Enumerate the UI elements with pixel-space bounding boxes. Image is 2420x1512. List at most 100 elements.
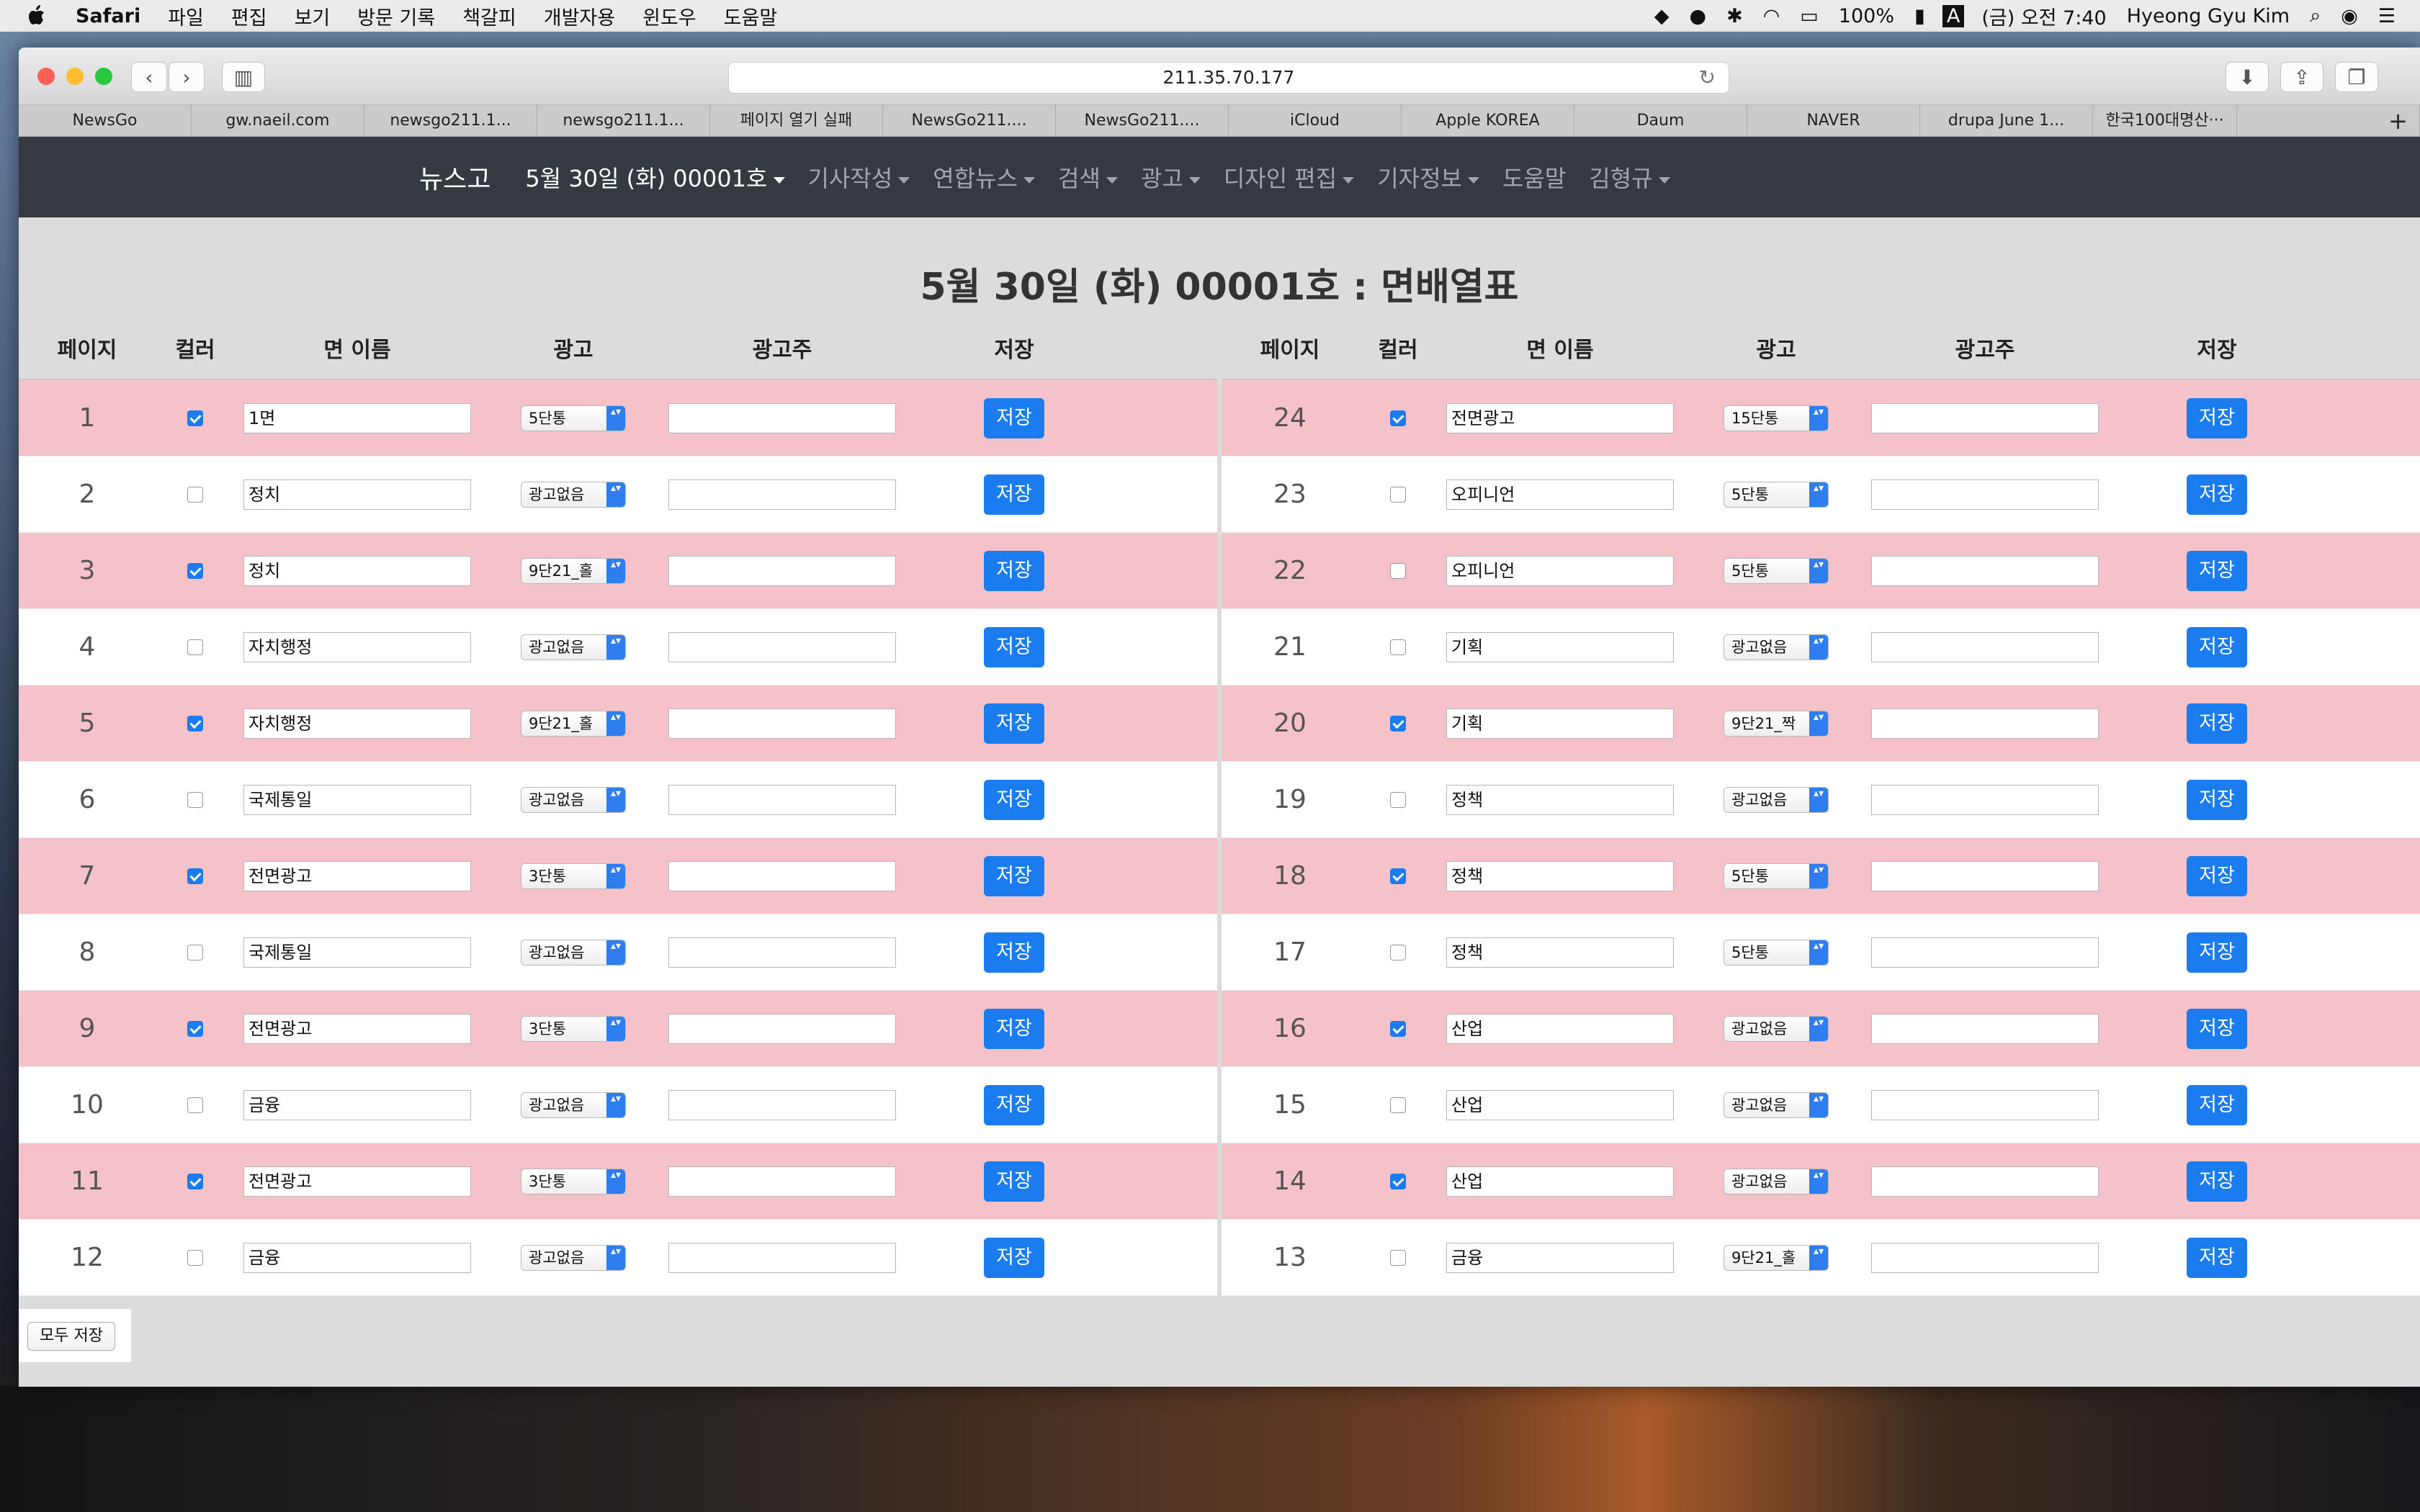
color-checkbox[interactable] [1390,1020,1406,1037]
browser-tab[interactable]: NewsGo211.... [883,105,1056,137]
advertiser-input[interactable] [668,479,896,510]
nav-reporter-info[interactable]: 기자정보 [1377,161,1479,194]
advertiser-input[interactable] [1871,860,2099,891]
color-checkbox[interactable] [187,791,203,808]
menu-window[interactable]: 윈도우 [629,2,710,30]
save-button[interactable]: 저장 [2187,932,2247,973]
section-name-input[interactable]: 기획 [1446,631,1674,662]
ad-select[interactable]: 광고없음 ▴▾ [521,1244,626,1271]
save-button[interactable]: 저장 [984,474,1044,515]
ad-select[interactable]: 15단통 ▴▾ [1724,405,1829,431]
color-checkbox[interactable] [1390,486,1406,503]
input-source-indicator[interactable]: A [1942,4,1965,27]
advertiser-input[interactable] [1871,937,2099,968]
menubar-clock[interactable]: (금) 오전 7:40 [1971,2,2116,30]
ad-select[interactable]: 광고없음 ▴▾ [521,786,626,813]
save-button[interactable]: 저장 [984,1008,1044,1049]
color-checkbox[interactable] [187,639,203,655]
nav-issue-dropdown[interactable]: 5월 30일 (화) 00001호 [525,161,785,194]
menu-app-safari[interactable]: Safari [62,5,154,27]
reload-icon[interactable]: ↻ [1699,63,1716,93]
section-name-input[interactable]: 정책 [1446,860,1674,891]
advertiser-input[interactable] [1871,555,2099,586]
save-button[interactable]: 저장 [984,1084,1044,1125]
section-name-input[interactable]: 기획 [1446,708,1674,739]
menu-file[interactable]: 파일 [154,2,218,30]
nav-write-article[interactable]: 기사작성 [808,161,910,194]
advertiser-input[interactable] [1871,1166,2099,1197]
advertiser-input[interactable] [668,1089,896,1120]
ad-select[interactable]: 광고없음 ▴▾ [1724,1092,1829,1118]
ad-select[interactable]: 5단통 ▴▾ [1724,863,1829,889]
ad-select[interactable]: 광고없음 ▴▾ [1724,634,1829,660]
browser-tab[interactable]: drupa June 1... [1920,105,2093,137]
ad-select[interactable]: 광고없음 ▴▾ [1724,786,1829,813]
ad-select[interactable]: 3단통 ▴▾ [521,1015,626,1042]
advertiser-input[interactable] [1871,631,2099,662]
section-name-input[interactable]: 산업 [1446,1013,1674,1044]
battery-icon[interactable]: ▮ [1904,5,1935,27]
notification-center-icon[interactable]: ☰ [2368,5,2406,27]
save-button[interactable]: 저장 [2187,855,2247,896]
color-checkbox[interactable] [1390,715,1406,732]
color-checkbox[interactable] [187,1097,203,1113]
nav-design-edit[interactable]: 디자인 편집 [1224,161,1355,194]
section-name-input[interactable]: 오피니언 [1446,479,1674,510]
section-name-input[interactable]: 자치행정 [243,708,471,739]
nav-yonhap-news[interactable]: 연합뉴스 [933,161,1036,194]
color-checkbox[interactable] [187,410,203,426]
browser-tab[interactable]: newsgo211.1... [537,105,710,137]
save-button[interactable]: 저장 [984,932,1044,973]
save-button[interactable]: 저장 [984,855,1044,896]
section-name-input[interactable]: 전면광고 [243,1166,471,1197]
color-checkbox[interactable] [187,1020,203,1037]
section-name-input[interactable]: 금융 [1446,1242,1674,1273]
airplay-icon[interactable]: ▭ [1790,5,1829,27]
save-button[interactable]: 저장 [984,1237,1044,1278]
save-button[interactable]: 저장 [2187,626,2247,667]
section-name-input[interactable]: 전면광고 [1446,402,1674,433]
advertiser-input[interactable] [668,708,896,739]
browser-tab[interactable]: NewsGo [19,105,192,137]
color-checkbox[interactable] [187,715,203,732]
color-checkbox[interactable] [187,944,203,960]
browser-tab[interactable]: iCloud [1229,105,1402,137]
zoom-window-icon[interactable] [95,68,112,85]
section-name-input[interactable]: 정책 [1446,937,1674,968]
section-name-input[interactable]: 정치 [243,555,471,586]
new-tab-icon[interactable]: + [2377,105,2420,137]
forward-button[interactable]: › [169,62,205,92]
save-button[interactable]: 저장 [2187,1008,2247,1049]
save-button[interactable]: 저장 [2187,550,2247,591]
section-name-input[interactable]: 정치 [243,479,471,510]
ad-select[interactable]: 광고없음 ▴▾ [521,481,626,508]
save-button[interactable]: 저장 [984,550,1044,591]
color-checkbox[interactable] [1390,1249,1406,1266]
browser-tab[interactable]: NewsGo211.... [1056,105,1229,137]
save-button[interactable]: 저장 [2187,779,2247,820]
ad-select[interactable]: 광고없음 ▴▾ [521,1092,626,1118]
nav-user-menu[interactable]: 김형규 [1589,161,1670,194]
color-checkbox[interactable] [1390,562,1406,579]
advertiser-input[interactable] [1871,1089,2099,1120]
advertiser-input[interactable] [668,784,896,815]
share-button[interactable]: ⇪ [2280,62,2323,92]
ad-select[interactable]: 5단통 ▴▾ [521,405,626,431]
advertiser-input[interactable] [668,1013,896,1044]
section-name-input[interactable]: 금융 [243,1242,471,1273]
color-checkbox[interactable] [1390,1097,1406,1113]
ad-select[interactable]: 광고없음 ▴▾ [1724,1015,1829,1042]
menu-edit[interactable]: 편집 [218,2,281,30]
color-checkbox[interactable] [187,868,203,884]
save-button[interactable]: 저장 [984,626,1044,667]
save-all-button[interactable]: 모두 저장 [27,1322,115,1351]
save-button[interactable]: 저장 [2187,1084,2247,1125]
menu-bookmarks[interactable]: 책갈피 [449,2,530,30]
color-checkbox[interactable] [1390,868,1406,884]
advertiser-input[interactable] [1871,784,2099,815]
advertiser-input[interactable] [668,937,896,968]
save-button[interactable]: 저장 [2187,1237,2247,1278]
ad-select[interactable]: 9단21_짝 ▴▾ [1724,710,1829,737]
save-button[interactable]: 저장 [2187,474,2247,515]
address-bar[interactable]: 211.35.70.177 ↻ [728,62,1729,94]
